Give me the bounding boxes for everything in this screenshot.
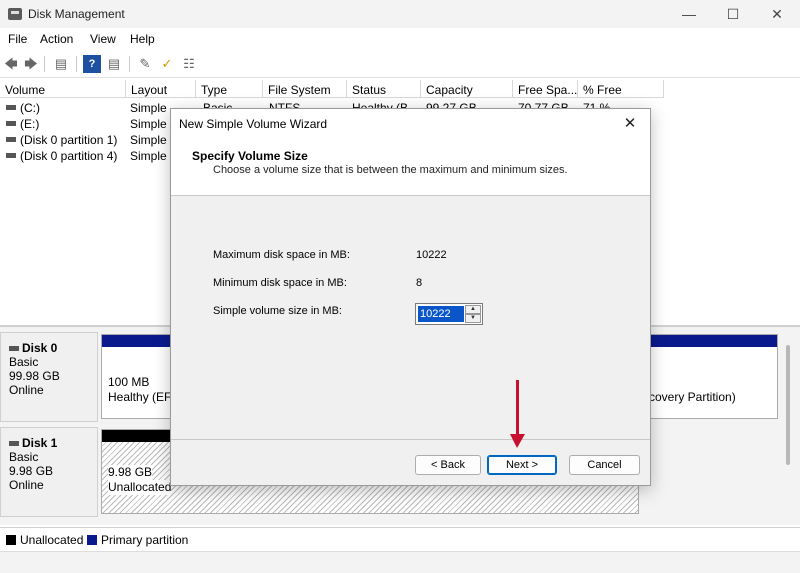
primary-partition-bar bbox=[102, 335, 170, 347]
column-header-type[interactable]: Type bbox=[196, 80, 263, 98]
dialog-footer-divider bbox=[171, 439, 650, 440]
annotation-arrow-shaft bbox=[516, 380, 519, 436]
toolbar-separator bbox=[44, 56, 45, 72]
column-header-percent-free[interactable]: % Free bbox=[578, 80, 664, 98]
wizard-step-description: Choose a volume size that is between the… bbox=[213, 164, 568, 176]
spin-down-icon[interactable]: ▼ bbox=[465, 314, 481, 323]
column-header-volume[interactable]: Volume bbox=[0, 80, 126, 98]
volume-name: (Disk 0 partition 1) bbox=[20, 133, 118, 147]
next-button[interactable]: Next > bbox=[487, 455, 557, 475]
properties-icon[interactable]: ▤ bbox=[105, 55, 123, 73]
max-disk-space-value: 10222 bbox=[416, 249, 447, 261]
disk-icon bbox=[9, 346, 19, 352]
disk-status: Online bbox=[9, 383, 44, 397]
annotation-arrow-head-icon bbox=[510, 434, 525, 448]
disk-size: 99.98 GB bbox=[9, 369, 60, 383]
toolbar-separator bbox=[76, 56, 77, 72]
volume-layout: Simple bbox=[130, 101, 167, 115]
partition-size: 100 MB bbox=[108, 375, 150, 389]
volume-name: (E:) bbox=[20, 117, 40, 131]
min-disk-space-label: Minimum disk space in MB: bbox=[213, 277, 347, 289]
minimize-button[interactable]: — bbox=[678, 3, 700, 25]
title-bar: Disk Management — ☐ ✕ bbox=[0, 0, 800, 28]
drive-icon bbox=[6, 121, 16, 126]
close-icon[interactable]: ✕ bbox=[620, 114, 640, 134]
disk-1-label[interactable]: Disk 1 Basic 9.98 GB Online bbox=[0, 427, 98, 517]
back-button[interactable]: < Back bbox=[415, 455, 481, 475]
volume-size-label: Simple volume size in MB: bbox=[213, 305, 342, 317]
dialog-title: New Simple Volume Wizard bbox=[179, 117, 328, 131]
column-header-free-space[interactable]: Free Spa... bbox=[513, 80, 578, 98]
disk-0-efi-partition[interactable]: 100 MB Healthy (EFI bbox=[101, 334, 175, 419]
volume-layout: Simple bbox=[130, 149, 167, 163]
dialog-header: Specify Volume Size Choose a volume size… bbox=[171, 139, 650, 196]
legend: Unallocated Primary partition bbox=[0, 527, 800, 551]
maximize-button[interactable]: ☐ bbox=[722, 3, 744, 25]
disk-icon bbox=[9, 441, 19, 447]
drive-icon bbox=[6, 153, 16, 158]
cancel-button[interactable]: Cancel bbox=[569, 455, 640, 475]
connect-icon[interactable]: ✎ bbox=[136, 55, 154, 73]
toolbar: 🡄 🡆 ▤ ? ▤ ✎ ✓ ☷ bbox=[0, 50, 800, 78]
primary-partition-bar bbox=[651, 335, 777, 347]
partition-status: Healthy (EFI bbox=[108, 390, 175, 404]
menu-view[interactable]: View bbox=[90, 32, 116, 46]
primary-partition-swatch bbox=[87, 535, 97, 545]
legend-primary-partition: Primary partition bbox=[101, 533, 189, 547]
forward-arrow-icon[interactable]: 🡆 bbox=[22, 55, 40, 73]
volume-layout: Simple bbox=[130, 117, 167, 131]
disk-type: Basic bbox=[9, 355, 39, 369]
partition-status: Unallocated bbox=[108, 480, 172, 495]
volume-size-stepper: ▲ ▼ bbox=[415, 303, 483, 325]
volume-name: (Disk 0 partition 4) bbox=[20, 149, 118, 163]
disk-0-recovery-partition[interactable]: covery Partition) bbox=[649, 334, 778, 419]
volume-layout: Simple bbox=[130, 133, 167, 147]
column-header-file-system[interactable]: File System bbox=[263, 80, 347, 98]
toolbar-separator bbox=[129, 56, 130, 72]
volume-name: (C:) bbox=[20, 101, 40, 115]
vertical-scrollbar[interactable] bbox=[786, 345, 790, 465]
menu-file[interactable]: File bbox=[8, 32, 27, 46]
console-tree-icon[interactable]: ▤ bbox=[52, 55, 70, 73]
menu-bar: File Action View Help bbox=[0, 28, 800, 50]
disk-size: 9.98 GB bbox=[9, 464, 54, 478]
partition-status: covery Partition) bbox=[649, 390, 736, 404]
menu-action[interactable]: Action bbox=[40, 32, 73, 46]
column-header-capacity[interactable]: Capacity bbox=[421, 80, 513, 98]
disk-0-label[interactable]: Disk 0 Basic 99.98 GB Online bbox=[0, 332, 98, 422]
disk-management-app-icon bbox=[8, 8, 22, 20]
disk-type: Basic bbox=[9, 450, 39, 464]
partition-size: 9.98 GB bbox=[108, 465, 153, 480]
new-simple-volume-wizard-dialog: New Simple Volume Wizard ✕ Specify Volum… bbox=[170, 108, 651, 486]
volume-size-input[interactable] bbox=[418, 306, 464, 322]
column-header-layout[interactable]: Layout bbox=[126, 80, 196, 98]
menu-help[interactable]: Help bbox=[130, 32, 155, 46]
max-disk-space-label: Maximum disk space in MB: bbox=[213, 249, 350, 261]
drive-icon bbox=[6, 105, 16, 110]
check-icon[interactable]: ✓ bbox=[158, 55, 176, 73]
status-bar bbox=[0, 551, 800, 573]
disk-name: Disk 1 bbox=[22, 436, 58, 450]
legend-unallocated: Unallocated bbox=[20, 533, 84, 547]
unallocated-swatch bbox=[6, 535, 16, 545]
dialog-title-bar: New Simple Volume Wizard ✕ bbox=[171, 109, 650, 139]
window-title: Disk Management bbox=[28, 7, 125, 21]
close-window-button[interactable]: ✕ bbox=[766, 3, 788, 25]
back-arrow-icon[interactable]: 🡄 bbox=[2, 55, 20, 73]
help-icon[interactable]: ? bbox=[83, 55, 101, 73]
min-disk-space-value: 8 bbox=[416, 277, 423, 289]
disk-name: Disk 0 bbox=[22, 341, 58, 355]
column-header-status[interactable]: Status bbox=[347, 80, 421, 98]
list-view-icon[interactable]: ☷ bbox=[180, 55, 198, 73]
wizard-step-heading: Specify Volume Size bbox=[192, 149, 308, 163]
drive-icon bbox=[6, 137, 16, 142]
disk-status: Online bbox=[9, 478, 44, 492]
spin-up-icon[interactable]: ▲ bbox=[465, 305, 481, 314]
